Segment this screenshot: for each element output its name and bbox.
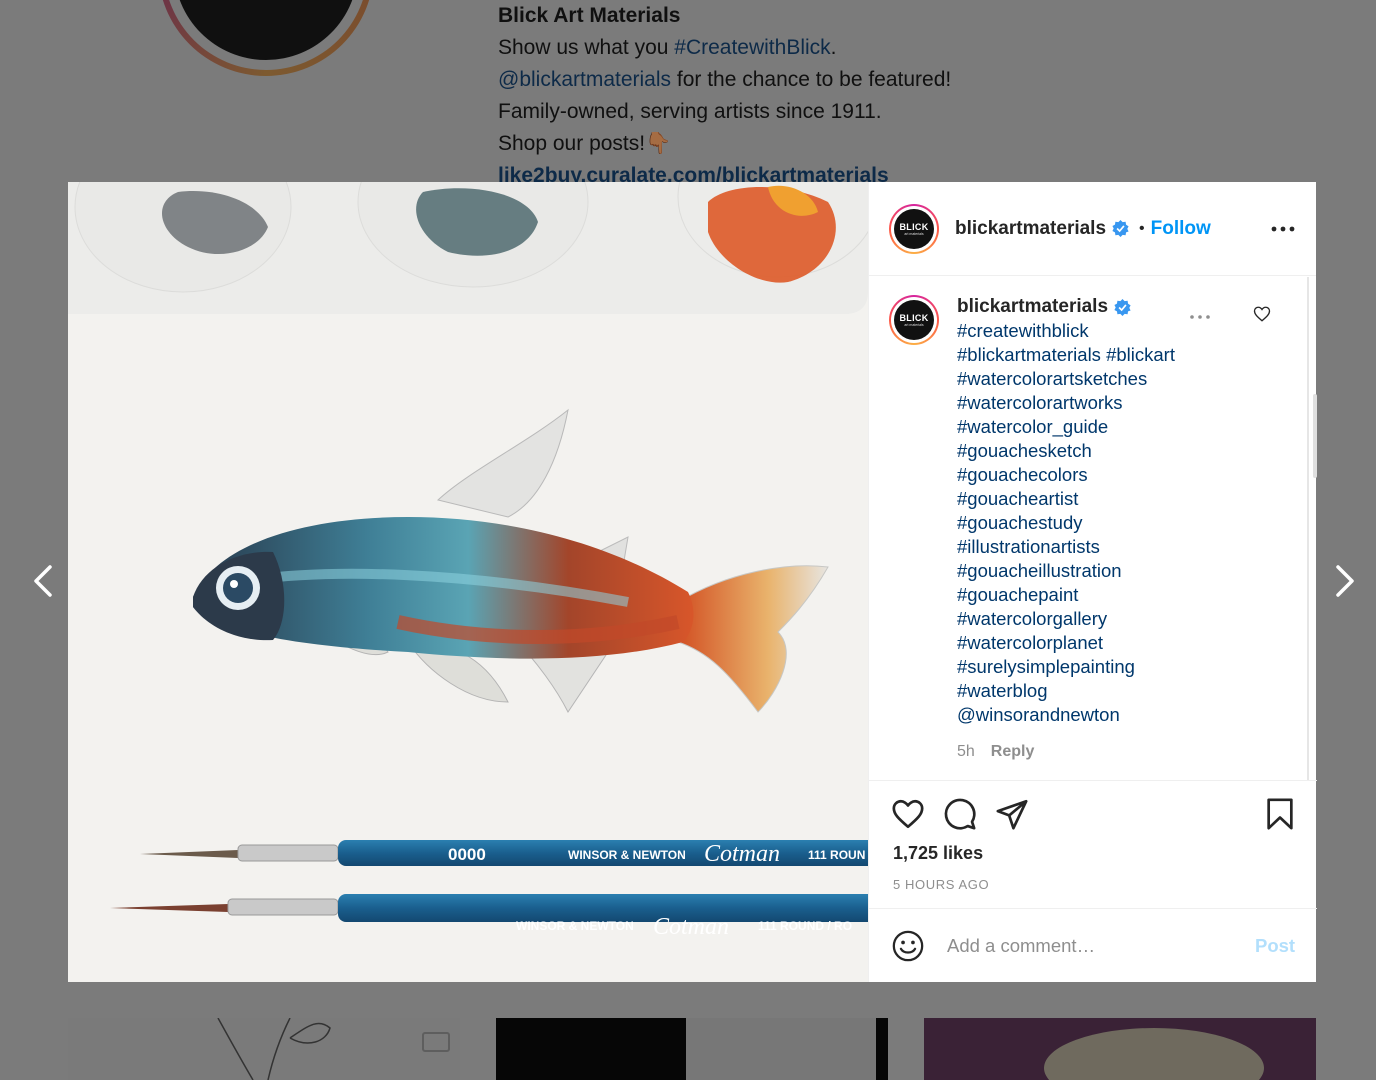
caption-meta: 5h Reply <box>957 743 1034 761</box>
add-comment-bar: Post <box>869 908 1317 982</box>
hashtag-link[interactable]: #gouacheillustration <box>957 559 1217 583</box>
post-actions: 1,725 likes 5 HOURS AGO <box>869 780 1317 908</box>
hashtag-link[interactable]: #createwithblick <box>957 319 1217 343</box>
mention-link[interactable]: @winsorandnewton <box>957 703 1217 727</box>
save-bookmark-icon[interactable] <box>1263 797 1297 831</box>
more-options-icon[interactable] <box>1270 218 1296 240</box>
hashtag-link[interactable]: #watercolor_guide <box>957 415 1217 439</box>
hashtag-link[interactable]: #illustrationartists <box>957 535 1217 559</box>
brush-maker-label: WINSOR & NEWTON <box>516 919 634 933</box>
blick-logo: BLICK art materials <box>894 300 934 340</box>
comment-input[interactable] <box>945 933 1245 958</box>
likes-count[interactable]: 1,725 likes <box>893 843 983 864</box>
caption-age: 5h <box>957 743 975 760</box>
hashtag-link[interactable]: #gouachepaint <box>957 583 1217 607</box>
caption-more-options-icon[interactable] <box>1189 313 1211 321</box>
emoji-smiley-icon[interactable] <box>891 929 925 963</box>
multi-photo-icon <box>422 1032 450 1052</box>
grid-thumbnail[interactable] <box>68 1018 460 1080</box>
comments-scrollbar-thumb[interactable] <box>1313 394 1317 478</box>
brush-maker-label: WINSOR & NEWTON <box>568 848 686 862</box>
post-header: BLICK art materials blickartmaterials • … <box>869 182 1316 276</box>
comments-scrollbar-track <box>1307 277 1309 780</box>
author-username[interactable]: blickartmaterials <box>955 218 1106 240</box>
grid-thumbnail[interactable] <box>924 1018 1316 1080</box>
share-paper-plane-icon[interactable] <box>995 797 1029 831</box>
hashtag-link[interactable]: #waterblog <box>957 679 1217 703</box>
hashtag-link[interactable]: #gouachecolors <box>957 463 1217 487</box>
watercolor-fish-painting-image: 0000 WINSOR & NEWTON Cotman 111 ROUN WIN… <box>68 182 868 982</box>
author-avatar[interactable]: BLICK art materials <box>889 203 939 254</box>
brush-model-label: Cotman <box>704 841 780 867</box>
post-comment-button[interactable]: Post <box>1255 935 1295 957</box>
profile-avatar <box>158 0 374 76</box>
next-post-arrow-icon[interactable] <box>1326 563 1362 599</box>
bio-line-2: @blickartmaterials for the chance to be … <box>498 68 952 91</box>
sketch-thumbnail-image <box>217 1018 331 1080</box>
brush-model-label: Cotman <box>653 914 729 940</box>
previous-post-arrow-icon[interactable] <box>26 563 62 599</box>
bio-line-1: Show us what you #CreatewithBlick. <box>498 36 837 59</box>
follow-button[interactable]: Follow <box>1151 218 1211 240</box>
grid-thumbnail[interactable] <box>496 1018 888 1080</box>
bio-line-3: Family-owned, serving artists since 1911… <box>498 100 882 123</box>
hashtag-link[interactable]: #gouachestudy <box>957 511 1217 535</box>
comments-section[interactable]: BLICK art materials blickartmaterials #c… <box>869 277 1309 780</box>
post-side-panel: BLICK art materials blickartmaterials • … <box>868 182 1317 982</box>
like-heart-icon[interactable] <box>891 797 925 831</box>
brush-series-label: 111 ROUN <box>808 848 865 862</box>
reply-button[interactable]: Reply <box>991 743 1035 761</box>
caption-username[interactable]: blickartmaterials <box>957 295 1108 319</box>
verified-badge-icon <box>1114 298 1131 316</box>
brush-size-label: 0000 <box>448 845 486 864</box>
hashtag-link[interactable]: #watercolorartsketches <box>957 367 1217 391</box>
post-timestamp[interactable]: 5 HOURS AGO <box>893 877 989 892</box>
caption-avatar[interactable]: BLICK art materials <box>889 295 939 345</box>
hashtag-link[interactable]: #blickartmaterials #blickart <box>957 343 1217 367</box>
hashtag-link[interactable]: #watercolorplanet <box>957 631 1217 655</box>
hashtag-link[interactable]: #surelysimplepainting <box>957 655 1217 679</box>
post-image[interactable]: 0000 WINSOR & NEWTON Cotman 111 ROUN WIN… <box>68 182 868 982</box>
caption-hashtags: #createwithblick #blickartmaterials #bli… <box>957 319 1217 727</box>
profile-bio: Blick Art Materials Show us what you #Cr… <box>498 0 951 192</box>
bio-line-4: Shop our posts!👇🏾 <box>498 132 672 155</box>
hashtag-link[interactable]: #watercolorartworks <box>957 391 1217 415</box>
hashtag-link[interactable]: #gouachesketch <box>957 439 1217 463</box>
hashtag-link[interactable]: #gouacheartist <box>957 487 1217 511</box>
blick-logo: BLICK art materials <box>894 208 934 249</box>
mention-link[interactable]: @blickartmaterials <box>498 68 671 91</box>
separator-dot: • <box>1139 219 1145 237</box>
hashtag-link[interactable]: #watercolorgallery <box>957 607 1217 631</box>
post-modal: 0000 WINSOR & NEWTON Cotman 111 ROUN WIN… <box>68 182 1317 982</box>
hashtag-link[interactable]: #CreatewithBlick <box>674 36 830 59</box>
post-caption: BLICK art materials blickartmaterials #c… <box>889 295 1217 727</box>
caption-like-heart-icon[interactable] <box>1253 305 1271 323</box>
brush-series-label: 111 ROUND / RO <box>758 919 852 933</box>
verified-badge-icon <box>1112 220 1129 237</box>
comment-bubble-icon[interactable] <box>943 797 977 831</box>
profile-name: Blick Art Materials <box>498 4 681 27</box>
